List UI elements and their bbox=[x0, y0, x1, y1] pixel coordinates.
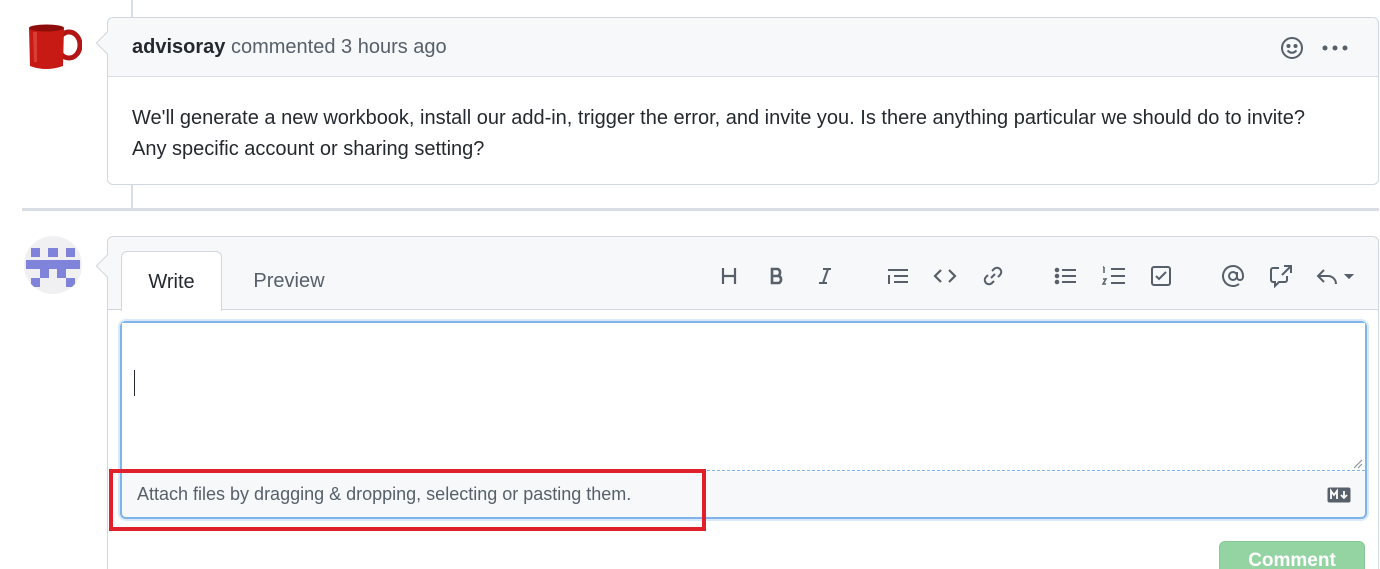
unordered-list-icon[interactable] bbox=[1050, 261, 1080, 291]
tab-preview[interactable]: Preview bbox=[239, 251, 339, 311]
comment-submit-button[interactable]: Comment bbox=[1219, 541, 1365, 569]
smiley-icon[interactable] bbox=[1279, 35, 1305, 61]
kebab-menu-icon[interactable] bbox=[1322, 35, 1348, 61]
comment-timestamp[interactable]: 3 hours ago bbox=[341, 36, 447, 58]
italic-icon[interactable] bbox=[810, 261, 840, 291]
highlight-box bbox=[109, 469, 706, 531]
timeline-comment: advisoray commented 3 hours ago We'll ge… bbox=[95, 17, 1379, 185]
link-icon[interactable] bbox=[978, 261, 1008, 291]
identicon-avatar[interactable] bbox=[24, 236, 82, 294]
heading-icon[interactable] bbox=[714, 261, 744, 291]
mug-avatar-icon bbox=[29, 24, 83, 69]
comment-action: commented bbox=[230, 36, 336, 58]
ordered-list-icon[interactable] bbox=[1098, 261, 1128, 291]
task-list-icon[interactable] bbox=[1146, 261, 1176, 291]
code-icon[interactable] bbox=[930, 261, 960, 291]
quote-icon[interactable] bbox=[882, 261, 912, 291]
cross-reference-icon[interactable] bbox=[1266, 261, 1296, 291]
comment-author[interactable]: advisoray bbox=[132, 36, 225, 58]
comment-meta: advisoray commented 3 hours ago bbox=[132, 36, 447, 59]
timeline-divider bbox=[22, 208, 1379, 211]
bold-icon[interactable] bbox=[762, 261, 792, 291]
comment-arrow bbox=[95, 31, 119, 55]
form-arrow bbox=[95, 254, 119, 278]
resize-handle-icon[interactable] bbox=[1351, 457, 1363, 469]
text-caret bbox=[134, 370, 135, 396]
comment-body: We'll generate a new workbook, install o… bbox=[132, 107, 1305, 160]
tab-write[interactable]: Write bbox=[121, 251, 222, 311]
form-header: Write Preview bbox=[95, 237, 1378, 311]
identicon-icon bbox=[26, 248, 80, 287]
mention-icon[interactable] bbox=[1218, 261, 1248, 291]
avatar[interactable] bbox=[24, 22, 83, 72]
comment-textarea[interactable] bbox=[122, 323, 1365, 471]
markdown-icon[interactable] bbox=[1327, 487, 1351, 503]
comment-header: advisoray commented 3 hours ago bbox=[95, 18, 1378, 77]
saved-replies-icon[interactable] bbox=[1314, 261, 1358, 291]
